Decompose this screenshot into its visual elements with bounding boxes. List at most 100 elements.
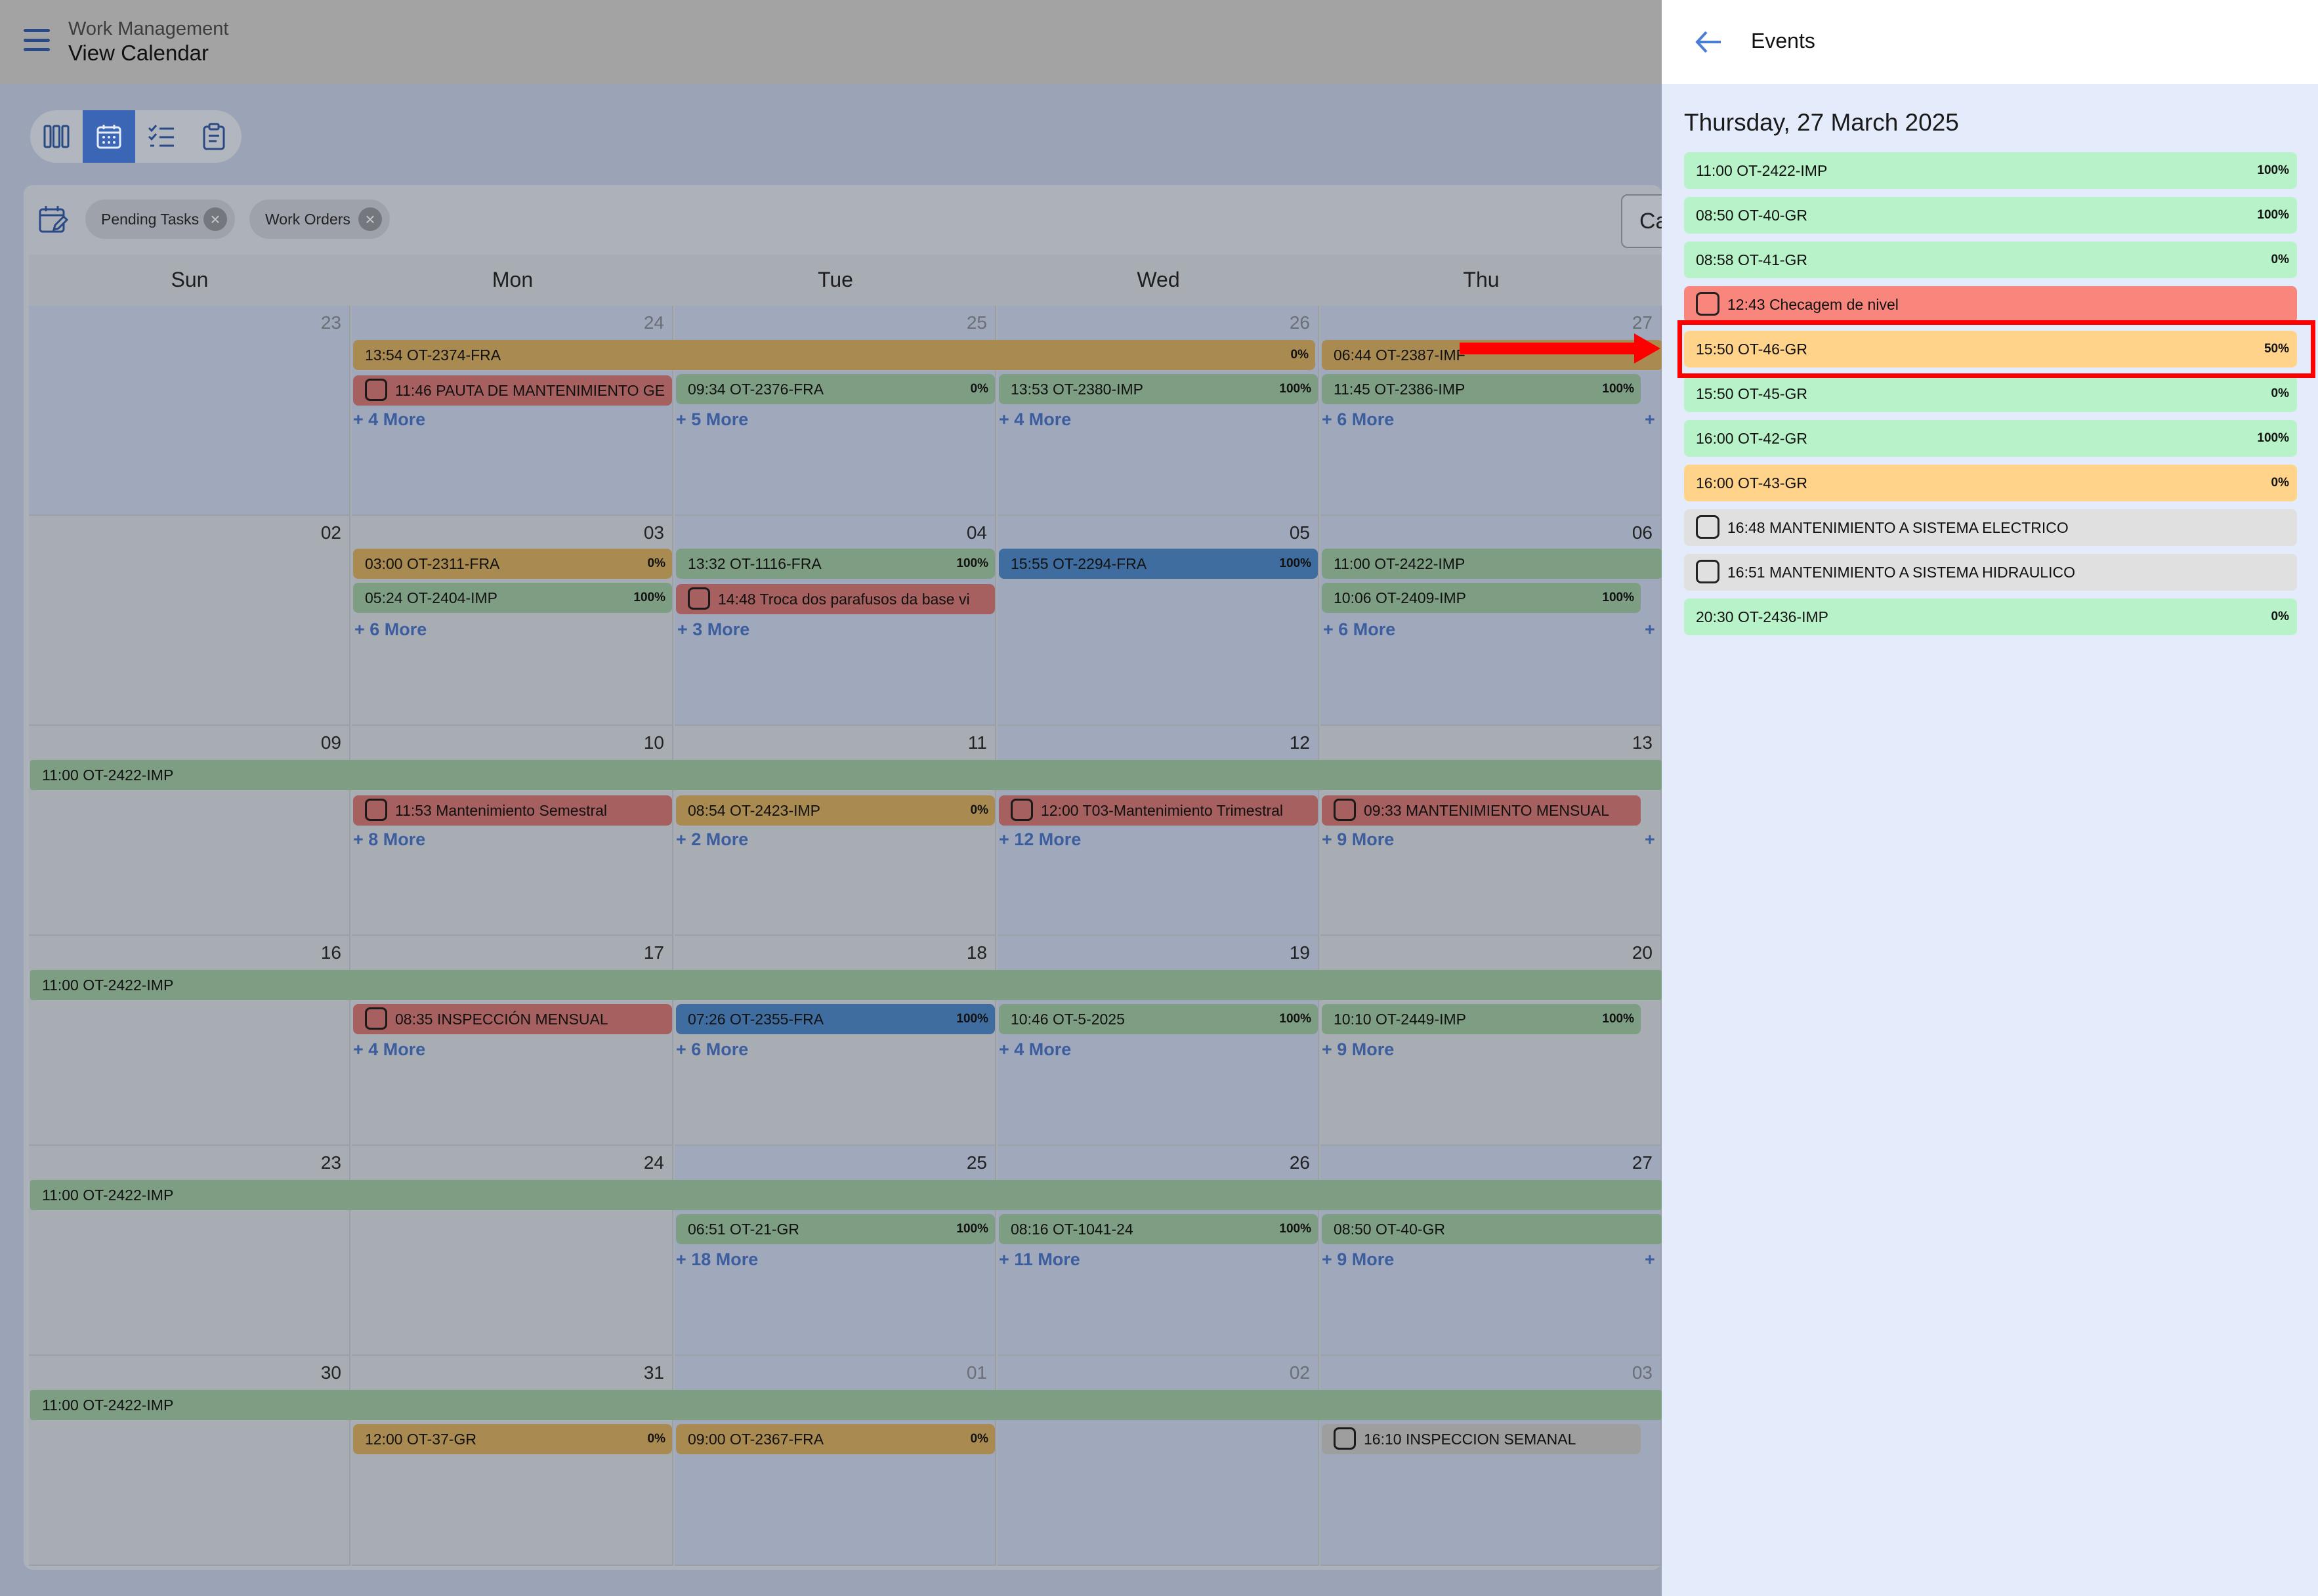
remove-chip-icon[interactable]: × bbox=[358, 207, 382, 231]
more-events-link[interactable]: + 6 More bbox=[1322, 410, 1394, 430]
calendar-event[interactable]: 10:10 OT-2449-IMP 100% bbox=[1322, 1004, 1641, 1034]
event-label: 20:30 OT-2436-IMP bbox=[1696, 608, 1828, 625]
calendar-event[interactable]: 09:00 OT-2367-FRA 0% bbox=[676, 1424, 995, 1454]
checkbox-icon[interactable] bbox=[1696, 292, 1719, 316]
calendar-event[interactable]: 14:48 Troca dos parafusos da base vi bbox=[676, 584, 995, 614]
day-cell[interactable]: 03 bbox=[1320, 1356, 1662, 1566]
calendar-event[interactable]: 09:33 MANTENIMIENTO MENSUAL bbox=[1322, 795, 1641, 826]
event-list-item[interactable]: 16:48 MANTENIMIENTO A SISTEMA ELECTRICO bbox=[1684, 509, 2297, 546]
more-events-link[interactable]: + 3 More bbox=[677, 620, 749, 640]
day-cell[interactable]: 23 bbox=[29, 306, 350, 516]
calendar-view-button[interactable] bbox=[83, 110, 135, 163]
checklist-view-button[interactable] bbox=[135, 110, 188, 163]
calendar-event[interactable]: 16:10 INSPECCION SEMANAL bbox=[1322, 1424, 1641, 1454]
filter-chip-pending-tasks[interactable]: Pending Tasks × bbox=[85, 200, 235, 239]
calendar-event[interactable]: 12:00 OT-37-GR 0% bbox=[353, 1424, 672, 1454]
more-events-link[interactable]: + 9 More bbox=[1322, 830, 1394, 850]
day-cell[interactable]: 09 bbox=[29, 726, 350, 936]
more-events-link[interactable]: + 18 More bbox=[676, 1250, 758, 1270]
checkbox-icon[interactable] bbox=[1334, 799, 1356, 822]
event-list-item[interactable]: 08:58 OT-41-GR 0% bbox=[1684, 242, 2297, 278]
more-events-link[interactable]: + bbox=[1645, 410, 1655, 430]
more-events-link[interactable]: + 8 More bbox=[353, 830, 425, 850]
calendar-event[interactable]: 11:53 Mantenimiento Semestral bbox=[353, 795, 672, 826]
calendar-event[interactable]: 11:00 OT-2422-IMP bbox=[30, 970, 1662, 1000]
day-cell[interactable]: 23 bbox=[29, 1146, 350, 1356]
more-events-link[interactable]: + 4 More bbox=[353, 1040, 425, 1060]
more-events-link[interactable]: + bbox=[1645, 830, 1655, 850]
more-events-link[interactable]: + 12 More bbox=[999, 830, 1081, 850]
calendar-event[interactable]: 13:32 OT-1116-FRA 100% bbox=[676, 549, 995, 579]
calendar-event[interactable]: 13:54 OT-2374-FRA 0% bbox=[353, 340, 1315, 370]
calendar-event[interactable]: 11:00 OT-2422-IMP bbox=[30, 1180, 1662, 1210]
calendar-event[interactable]: 08:16 OT-1041-24 100% bbox=[999, 1214, 1318, 1244]
event-list-item[interactable]: 20:30 OT-2436-IMP 0% bbox=[1684, 598, 2297, 635]
calendar-event[interactable]: 11:46 PAUTA DE MANTENIMIENTO GE bbox=[353, 375, 672, 406]
day-cell[interactable]: 02 bbox=[998, 1356, 1319, 1566]
calendar-event[interactable]: 11:00 OT-2422-IMP bbox=[30, 1390, 1662, 1420]
calendar-event[interactable]: 03:00 OT-2311-FRA 0% bbox=[353, 549, 672, 579]
more-events-link[interactable]: + 4 More bbox=[353, 410, 425, 430]
calendar-event[interactable]: 06:51 OT-21-GR 100% bbox=[676, 1214, 995, 1244]
clipboard-view-button[interactable] bbox=[188, 110, 240, 163]
checkbox-icon[interactable] bbox=[688, 587, 710, 610]
calendar-event[interactable]: 09:34 OT-2376-FRA 0% bbox=[676, 374, 995, 404]
day-cell[interactable]: 05 bbox=[998, 516, 1319, 726]
more-events-link[interactable]: + 11 More bbox=[999, 1250, 1080, 1270]
calendar-event[interactable]: 10:46 OT-5-2025 100% bbox=[999, 1004, 1318, 1034]
checkbox-icon[interactable] bbox=[1334, 1427, 1356, 1450]
more-events-link[interactable]: + 9 More bbox=[1322, 1040, 1394, 1060]
more-events-link[interactable]: + 6 More bbox=[354, 620, 427, 640]
event-list-item[interactable]: 11:00 OT-2422-IMP 100% bbox=[1684, 152, 2297, 189]
filter-chip-work-orders[interactable]: Work Orders × bbox=[249, 200, 390, 239]
day-cell[interactable]: 30 bbox=[29, 1356, 350, 1566]
more-events-link[interactable]: + bbox=[1645, 620, 1655, 640]
menu-icon[interactable] bbox=[24, 29, 50, 51]
calendar-event[interactable]: 08:54 OT-2423-IMP 0% bbox=[676, 795, 995, 826]
more-events-link[interactable]: + 4 More bbox=[999, 410, 1071, 430]
event-label: 09:33 MANTENIMIENTO MENSUAL bbox=[1364, 802, 1610, 819]
checkbox-icon[interactable] bbox=[1696, 560, 1719, 584]
day-cell[interactable]: 16 bbox=[29, 936, 350, 1146]
more-events-link[interactable]: + bbox=[1645, 1250, 1655, 1270]
event-progress: 0% bbox=[647, 556, 665, 570]
more-events-link[interactable]: + 5 More bbox=[676, 410, 748, 430]
event-list-item[interactable]: 16:00 OT-43-GR 0% bbox=[1684, 465, 2297, 501]
day-cell[interactable]: 01 bbox=[675, 1356, 996, 1566]
event-list-item[interactable]: 16:51 MANTENIMIENTO A SISTEMA HIDRAULICO bbox=[1684, 554, 2297, 591]
calendar-event[interactable]: 12:00 T03-Mantenimiento Trimestral bbox=[999, 795, 1318, 826]
checkbox-icon[interactable] bbox=[1011, 799, 1033, 822]
back-button[interactable] bbox=[1695, 29, 1723, 58]
day-cell[interactable]: 02 bbox=[29, 516, 350, 726]
day-cell[interactable]: 31 bbox=[352, 1356, 673, 1566]
more-events-link[interactable]: + 2 More bbox=[676, 830, 748, 850]
event-progress: 100% bbox=[2257, 163, 2289, 177]
calendar-filter-button[interactable] bbox=[38, 205, 69, 238]
more-events-link[interactable]: + 4 More bbox=[999, 1040, 1071, 1060]
event-list-item[interactable]: 12:43 Checagem de nivel bbox=[1684, 286, 2297, 323]
remove-chip-icon[interactable]: × bbox=[203, 207, 227, 231]
event-label: 03:00 OT-2311-FRA bbox=[365, 555, 500, 572]
calendar-event[interactable]: 08:50 OT-40-GR bbox=[1322, 1214, 1663, 1244]
calendar-event[interactable]: 11:00 OT-2422-IMP bbox=[30, 760, 1662, 790]
event-list-item[interactable]: 15:50 OT-45-GR 0% bbox=[1684, 375, 2297, 412]
more-events-link[interactable]: + 6 More bbox=[1323, 620, 1395, 640]
more-events-link[interactable]: + 6 More bbox=[676, 1040, 748, 1060]
day-cell[interactable]: 24 bbox=[352, 1146, 673, 1356]
event-list-item[interactable]: 16:00 OT-42-GR 100% bbox=[1684, 420, 2297, 457]
checkbox-icon[interactable] bbox=[365, 799, 387, 822]
checkbox-icon[interactable] bbox=[1696, 515, 1719, 539]
columns-view-button[interactable] bbox=[30, 110, 83, 163]
checkbox-icon[interactable] bbox=[365, 379, 387, 402]
more-events-link[interactable]: + 9 More bbox=[1322, 1250, 1394, 1270]
calendar-event[interactable]: 10:06 OT-2409-IMP 100% bbox=[1322, 583, 1641, 613]
calendar-event[interactable]: 15:55 OT-2294-FRA 100% bbox=[999, 549, 1318, 579]
calendar-event[interactable]: 05:24 OT-2404-IMP 100% bbox=[353, 583, 672, 613]
calendar-event[interactable]: 13:53 OT-2380-IMP 100% bbox=[999, 374, 1318, 404]
checkbox-icon[interactable] bbox=[365, 1007, 387, 1030]
calendar-event[interactable]: 11:45 OT-2386-IMP 100% bbox=[1322, 374, 1641, 404]
calendar-event[interactable]: 07:26 OT-2355-FRA 100% bbox=[676, 1004, 995, 1034]
calendar-event[interactable]: 11:00 OT-2422-IMP bbox=[1322, 549, 1663, 579]
calendar-event[interactable]: 08:35 INSPECCIÓN MENSUAL bbox=[353, 1004, 672, 1034]
event-list-item[interactable]: 08:50 OT-40-GR 100% bbox=[1684, 197, 2297, 234]
